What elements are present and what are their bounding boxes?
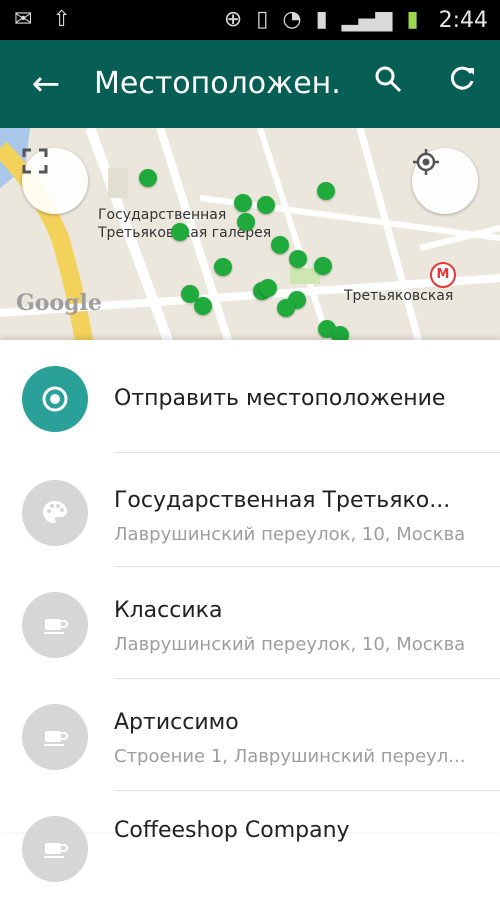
map-marker[interactable] <box>314 257 332 275</box>
place-name: Классика <box>114 598 223 623</box>
map-marker[interactable] <box>214 258 232 276</box>
status-time: 2:44 <box>438 7 488 33</box>
my-location-icon[interactable] <box>412 148 478 214</box>
place-name: Государственная Третьяко... <box>114 488 451 513</box>
send-location-label: Отправить местоположение <box>114 386 446 411</box>
sim-icon: ▮ <box>315 7 328 32</box>
place-name: Артиссимо <box>114 710 239 735</box>
gmail-icon: ✉ <box>14 7 33 32</box>
arrow-back-icon[interactable]: ← <box>26 64 66 104</box>
divider <box>114 452 500 453</box>
divider <box>114 790 500 791</box>
metro-icon: М <box>430 262 456 288</box>
cafe-icon <box>22 592 88 658</box>
fullscreen-icon[interactable] <box>22 148 88 214</box>
place-row[interactable]: Coffeeshop Company <box>0 792 500 904</box>
map-marker[interactable] <box>257 196 275 214</box>
map-marker[interactable] <box>194 297 212 315</box>
map-marker[interactable] <box>271 236 289 254</box>
map-marker[interactable] <box>171 223 189 241</box>
gps-icon: ⊕ <box>223 7 243 32</box>
map-marker[interactable] <box>237 213 255 231</box>
map-marker[interactable] <box>259 279 277 297</box>
cafe-icon <box>22 816 88 882</box>
signal-icon: ▂▄▆ <box>341 7 393 32</box>
map-marker[interactable] <box>277 299 295 317</box>
map-marker[interactable] <box>139 169 157 187</box>
search-icon[interactable] <box>368 64 408 104</box>
map-marker[interactable] <box>234 194 252 212</box>
battery-icon: ▮ <box>406 7 419 32</box>
places-sheet: Отправить местоположение Государственная… <box>0 340 500 882</box>
divider <box>114 566 500 567</box>
map-marker[interactable] <box>317 182 335 200</box>
place-address: Лаврушинский переулок, 10, Москва <box>114 634 466 655</box>
send-location-row[interactable]: Отправить местоположение <box>0 340 500 452</box>
divider <box>114 678 500 679</box>
page-title: Местоположен... <box>94 66 344 101</box>
palette-icon <box>22 480 88 546</box>
map-marker[interactable] <box>289 250 307 268</box>
app-bar: ← Местоположен... <box>0 40 500 128</box>
map-label-metro-station: Третьяковская <box>344 288 454 304</box>
wifi-icon: ◔ <box>282 7 302 32</box>
vibrate-icon: ▯ <box>256 7 269 32</box>
send-location-icon <box>22 366 88 432</box>
refresh-icon[interactable] <box>442 64 482 104</box>
upload-icon: ⇧ <box>52 7 71 32</box>
place-address: Строение 1, Лаврушинский переул... <box>114 746 466 767</box>
google-logo: Google <box>16 290 102 316</box>
place-row[interactable]: Государственная Третьяко... Лаврушинский… <box>0 454 500 566</box>
place-row[interactable]: Артиссимо Строение 1, Лаврушинский переу… <box>0 680 500 792</box>
place-row[interactable]: Классика Лаврушинский переулок, 10, Моск… <box>0 568 500 680</box>
place-address: Лаврушинский переулок, 10, Москва <box>114 524 466 545</box>
place-name: Coffeeshop Company <box>114 818 350 843</box>
status-bar: ✉ ⇧ ⊕ ▯ ◔ ▮ ▂▄▆ ▮ 2:44 <box>0 0 500 40</box>
cafe-icon <box>22 704 88 770</box>
